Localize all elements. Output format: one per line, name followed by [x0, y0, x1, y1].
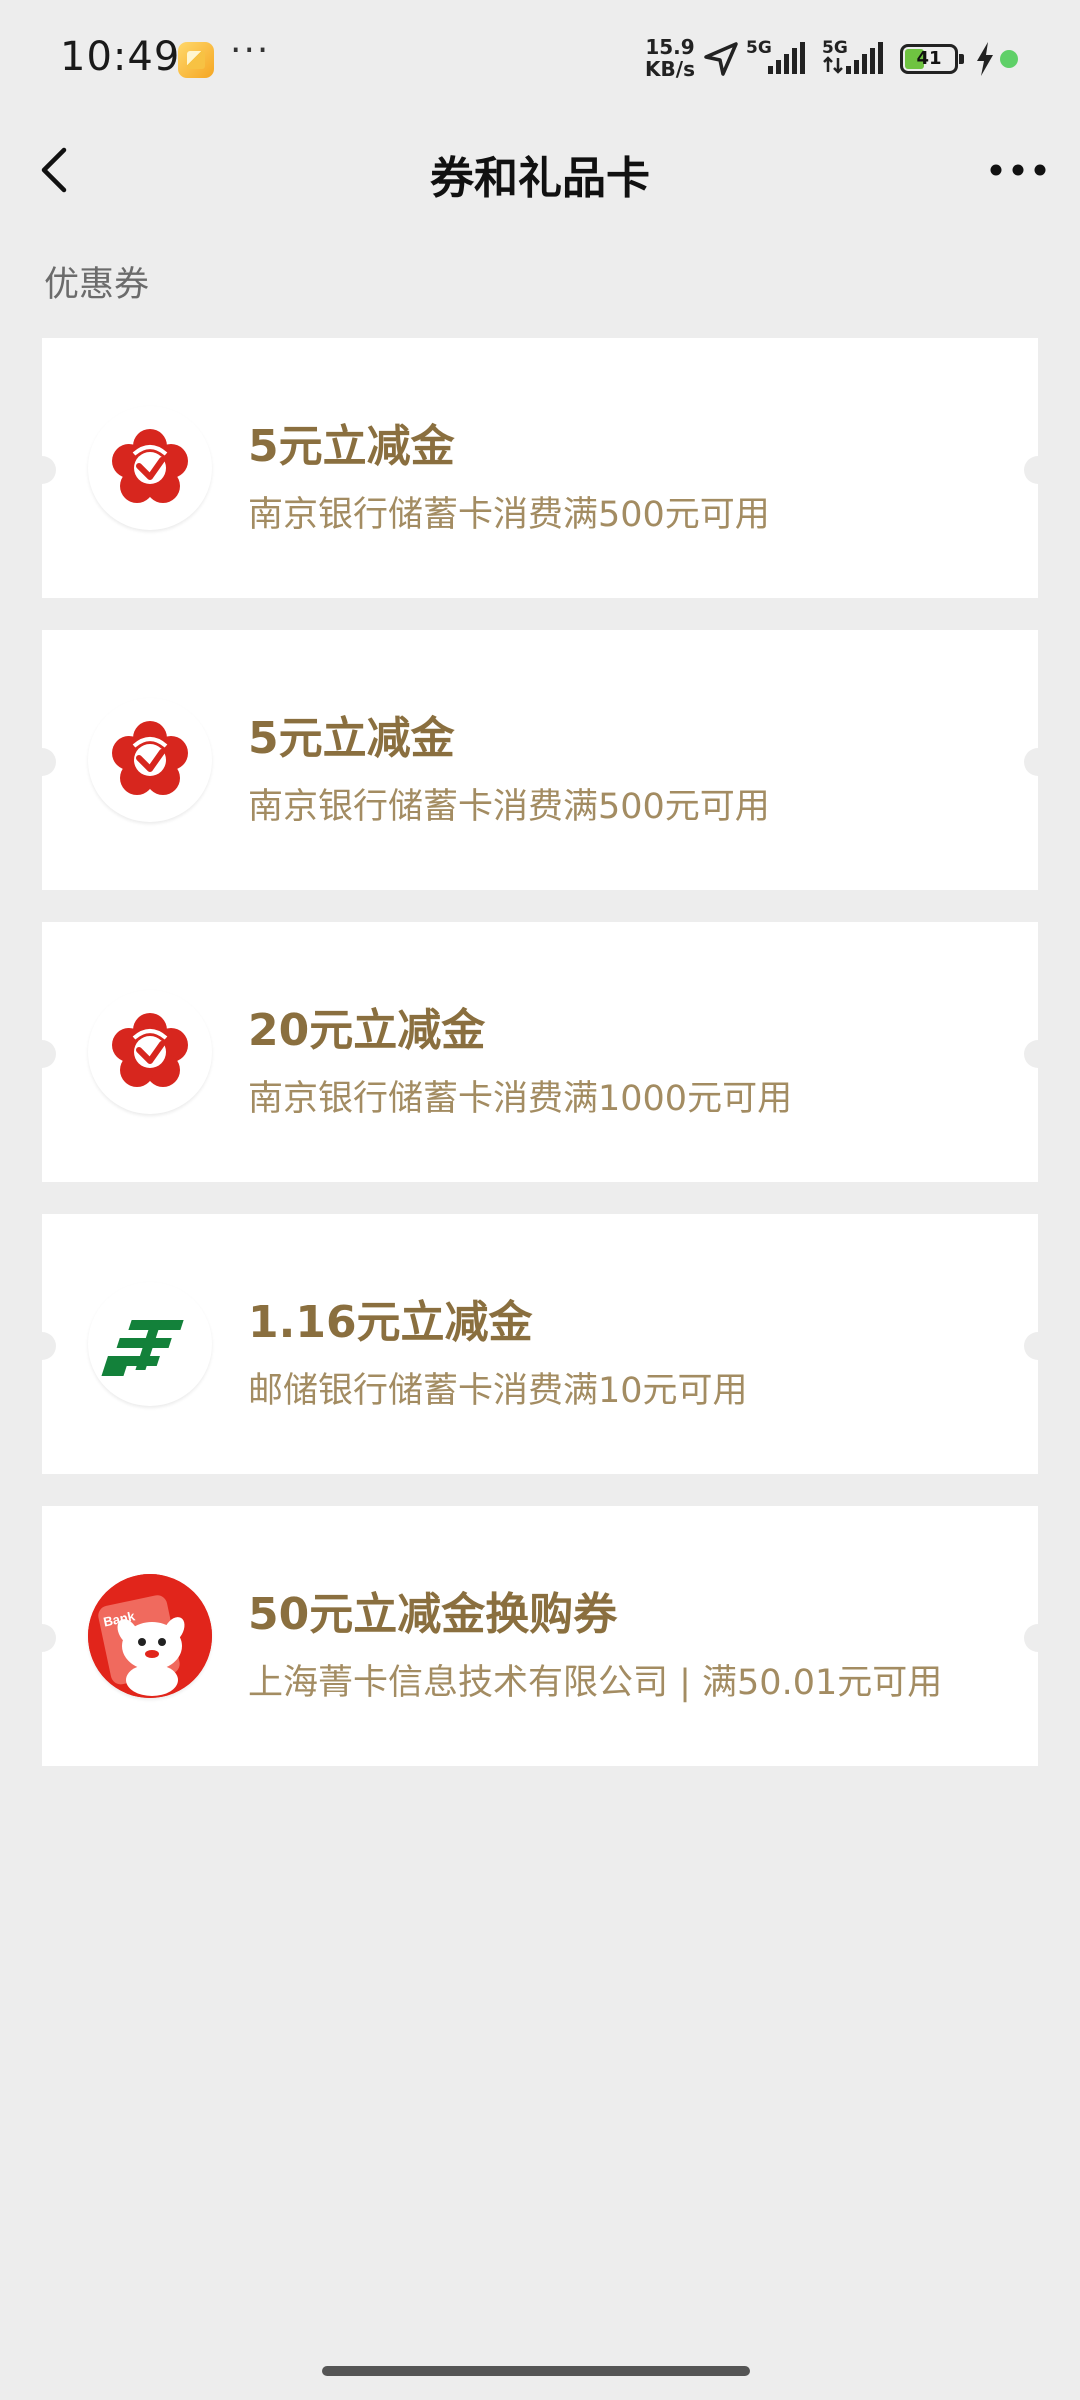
- network-speed-value: 15.9: [645, 35, 695, 59]
- home-indicator[interactable]: [322, 2366, 750, 2376]
- network-speed-unit: KB/s: [645, 57, 695, 81]
- coupon-title: 5元立减金: [248, 713, 455, 764]
- privacy-indicator-dot: [1000, 50, 1018, 68]
- battery-level: 41: [916, 48, 942, 69]
- navigation-bar: 券和礼品卡: [0, 120, 1080, 220]
- nanjing-bank-logo-icon: [88, 698, 212, 822]
- network-speed: 15.9 KB/s: [640, 36, 700, 80]
- status-bar: 10:49 ··· 15.9 KB/s 5G 5G 41: [0, 0, 1080, 120]
- coupon-title: 20元立减金: [248, 1005, 486, 1056]
- coupon-list: 5元立减金 南京银行储蓄卡消费满500元可用 5元立减金 南京银行储蓄卡消费满5…: [28, 338, 1052, 1798]
- nanjing-bank-logo-icon: [88, 990, 212, 1114]
- section-title-coupons: 优惠券: [44, 265, 150, 305]
- coupon-card[interactable]: 1.16元立减金 邮储银行储蓄卡消费满10元可用: [28, 1214, 1052, 1474]
- signal-bars-icon: [823, 42, 883, 74]
- coupon-description: 南京银行储蓄卡消费满500元可用: [248, 787, 770, 827]
- coupon-description: 南京银行储蓄卡消费满500元可用: [248, 495, 770, 535]
- coupon-card[interactable]: 5元立减金 南京银行储蓄卡消费满500元可用: [28, 338, 1052, 598]
- notes-app-notification-icon: [178, 42, 214, 78]
- status-time: 10:49: [60, 34, 181, 80]
- coupon-description: 上海菁卡信息技术有限公司 | 满50.01元可用: [248, 1663, 943, 1703]
- coupon-card[interactable]: 5元立减金 南京银行储蓄卡消费满500元可用: [28, 630, 1052, 890]
- page-title: 券和礼品卡: [430, 153, 650, 204]
- more-options-icon[interactable]: [986, 148, 1050, 192]
- jd-mascot-logo-icon: Bank: [88, 1574, 212, 1698]
- coupon-card[interactable]: 20元立减金 南京银行储蓄卡消费满1000元可用: [28, 922, 1052, 1182]
- coupon-title: 50元立减金换购券: [248, 1589, 618, 1640]
- coupon-description: 邮储银行储蓄卡消费满10元可用: [248, 1371, 748, 1411]
- coupon-title: 1.16元立减金: [248, 1297, 533, 1348]
- coupon-title: 5元立减金: [248, 421, 455, 472]
- nanjing-bank-logo-icon: [88, 406, 212, 530]
- coupon-card[interactable]: Bank 50元立减金换购券 上海菁卡信息技术有限公司 | 满50.01元可用: [28, 1506, 1052, 1766]
- battery-indicator: 41: [900, 44, 964, 74]
- more-notifications-icon: ···: [230, 30, 271, 71]
- charging-bolt-icon: [977, 42, 993, 76]
- location-arrow-icon: [704, 42, 738, 76]
- coupon-description: 南京银行储蓄卡消费满1000元可用: [248, 1079, 793, 1119]
- postal-savings-bank-logo-icon: [88, 1282, 212, 1406]
- signal-bars-icon: [768, 42, 805, 74]
